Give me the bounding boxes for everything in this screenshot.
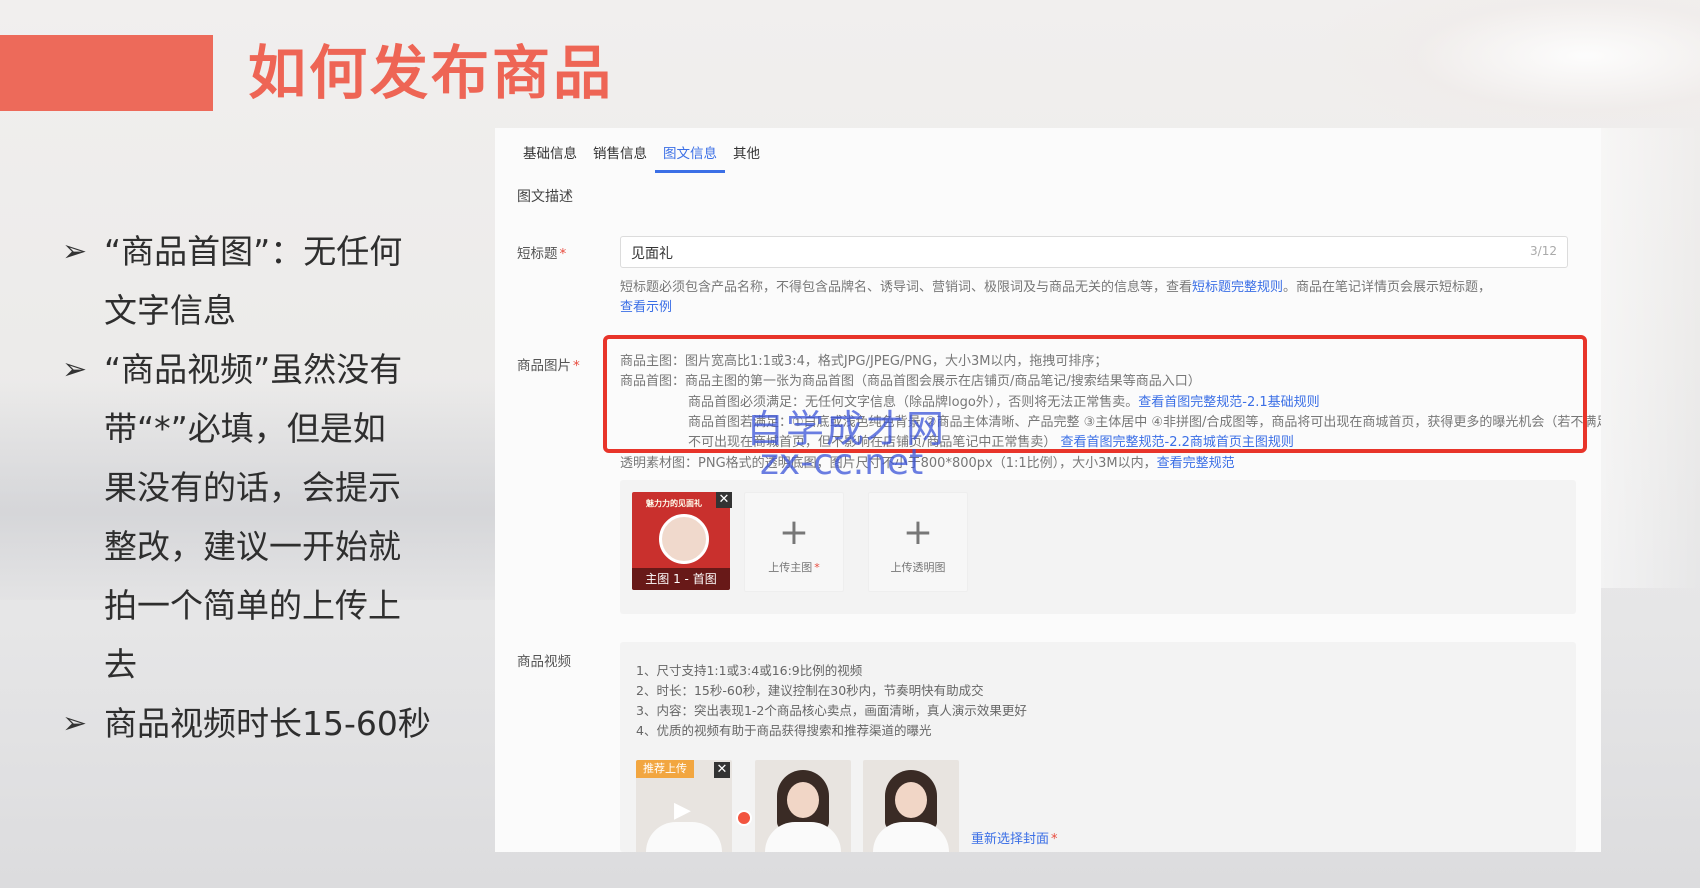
- arrow-bullet-icon: ➢: [62, 234, 88, 269]
- title-accent-bar: [0, 35, 213, 111]
- short-title-rules-link[interactable]: 短标题完整规则: [1192, 280, 1283, 295]
- short-title-value: 见面礼: [631, 246, 673, 262]
- bullet-item: ➢ “商品视频”虽然没有带“*”必填，但是如果没有的话，会提示整改，建议一开始就…: [62, 340, 462, 694]
- video-rule-highlight: 4、优质的视频有助于商品获得搜索和推荐渠道的曝光: [636, 723, 932, 738]
- tab-image-text-info[interactable]: 图文信息: [655, 142, 725, 173]
- upload-transparent-image-button[interactable]: + 上传透明图: [868, 492, 968, 592]
- background-cloud: [1320, 0, 1700, 140]
- slide-title: 如何发布商品: [248, 39, 615, 107]
- video-rule: 1、尺寸支持1:1或3:4或16:9比例的视频: [636, 663, 863, 678]
- thumbnail-caption: 主图 1 - 首图: [632, 568, 730, 590]
- video-upload-area: 1、尺寸支持1:1或3:4或16:9比例的视频 2、时长：15秒-60秒，建议控…: [620, 642, 1576, 852]
- arrow-bullet-icon: ➢: [62, 706, 88, 741]
- bullet-list: ➢ “商品首图”：无任何文字信息 ➢ “商品视频”虽然没有带“*”必填，但是如果…: [62, 222, 462, 753]
- product-images-label: 商品图片 *: [517, 358, 580, 374]
- tab-sales-info[interactable]: 销售信息: [585, 142, 655, 173]
- recommend-badge: 推荐上传: [636, 760, 694, 778]
- reselect-cover-link[interactable]: 重新选择封面 *: [971, 828, 1058, 847]
- full-spec-link[interactable]: 查看完整规范: [1157, 456, 1235, 471]
- bullet-text: “商品首图”：无任何文字信息: [104, 232, 403, 330]
- image-upload-area: 魅力力的见面礼 主图 1 - 首图 ✕ + 上传主图 * + 上传透明图: [620, 480, 1576, 614]
- close-icon[interactable]: ✕: [716, 492, 732, 508]
- play-icon: ▶: [674, 798, 691, 823]
- short-title-label: 短标题 *: [517, 246, 567, 262]
- cursor-dot: [736, 810, 752, 826]
- bullet-text: “商品视频”虽然没有带“*”必填，但是如果没有的话，会提示整改，建议一开始就拍一…: [104, 350, 403, 684]
- short-title-hint: 短标题必须包含产品名称，不得包含品牌名、诱导词、营销词、极限词及与商品无关的信息…: [620, 280, 1492, 295]
- short-title-input[interactable]: 见面礼 3/12: [620, 236, 1568, 268]
- panel-edge: [1601, 128, 1700, 588]
- section-title: 图文描述: [517, 189, 573, 205]
- tab-other[interactable]: 其他: [725, 142, 768, 173]
- thumbnail-text: 魅力力的见面礼: [646, 499, 702, 508]
- portrait-image: [659, 514, 709, 564]
- close-icon[interactable]: ✕: [714, 762, 730, 778]
- form-screenshot-panel: 基础信息 销售信息 图文信息 其他 图文描述 短标题 * 见面礼 3/12 短标题…: [495, 128, 1601, 852]
- tab-bar: 基础信息 销售信息 图文信息 其他: [515, 142, 768, 173]
- arrow-bullet-icon: ➢: [62, 352, 88, 387]
- cover-frame[interactable]: [755, 760, 851, 852]
- watermark-url: zx-cc.net: [760, 442, 924, 483]
- plus-icon: +: [778, 512, 810, 553]
- transparent-image-rule: 透明素材图：PNG格式的透明底图，图片尺寸不小于800*800px（1:1比例）…: [620, 456, 1235, 471]
- video-rule: 2、时长：15秒-60秒，建议控制在30秒内，节奏明快有助成交: [636, 683, 984, 698]
- product-video-label: 商品视频: [517, 654, 571, 670]
- char-count: 3/12: [1530, 244, 1557, 258]
- video-rule: 3、内容：突出表现1-2个商品核心卖点，画面清晰，真人演示效果更好: [636, 703, 1027, 718]
- bullet-text: 商品视频时长15-60秒: [104, 704, 431, 743]
- tab-basic-info[interactable]: 基础信息: [515, 142, 585, 173]
- cover-frame[interactable]: [863, 760, 959, 852]
- view-example-link[interactable]: 查看示例: [620, 296, 672, 315]
- plus-icon: +: [902, 512, 934, 553]
- bullet-item: ➢ “商品首图”：无任何文字信息: [62, 222, 462, 340]
- upload-main-image-button[interactable]: + 上传主图 *: [744, 492, 844, 592]
- bullet-item: ➢ 商品视频时长15-60秒: [62, 694, 462, 753]
